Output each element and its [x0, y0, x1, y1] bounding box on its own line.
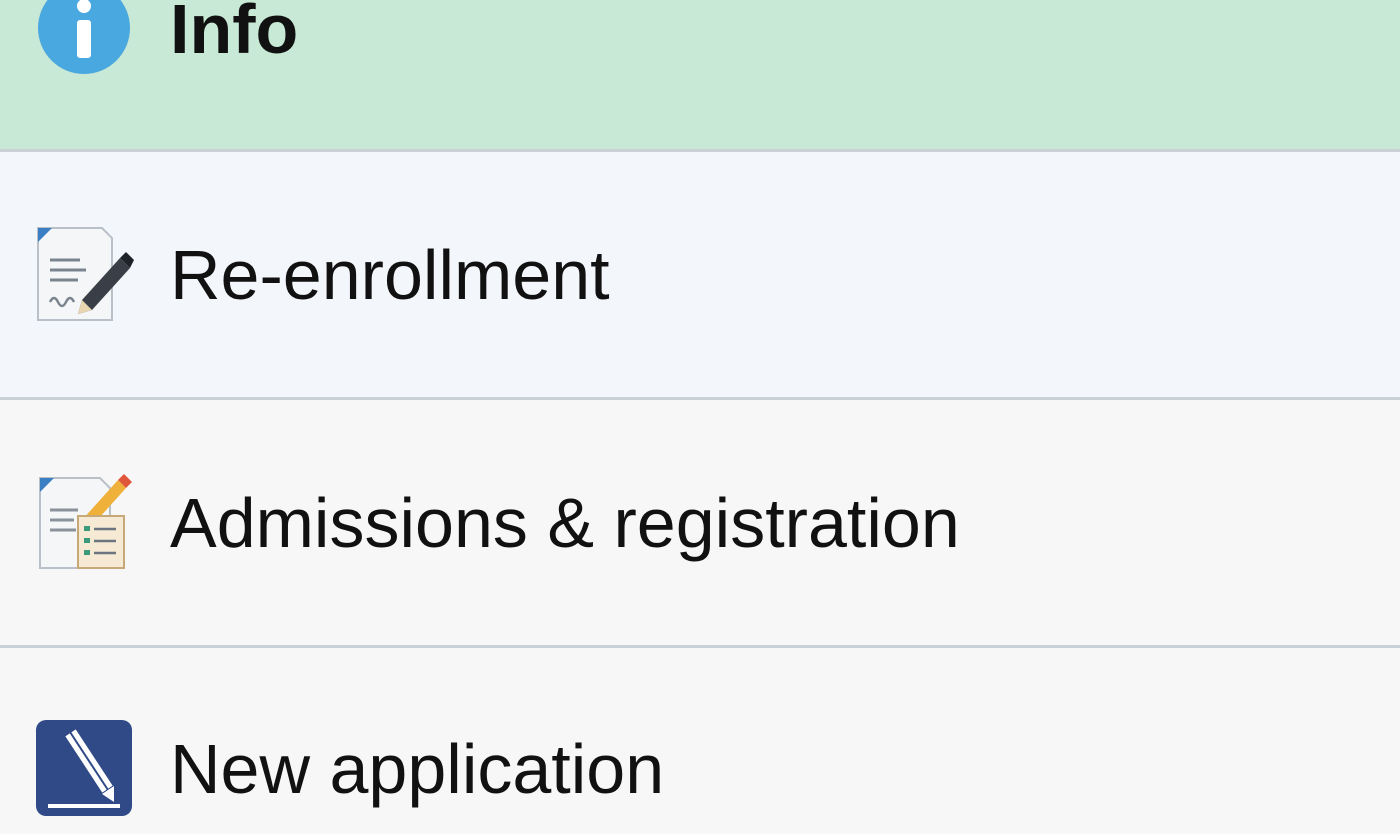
menu-item-new-application[interactable]: New application	[0, 648, 1400, 834]
navigation-menu: Info Re-enrollment Admissions & registra…	[0, 0, 1400, 834]
info-icon	[34, 0, 134, 78]
menu-item-info[interactable]: Info	[0, 0, 1400, 152]
menu-item-label: Re-enrollment	[170, 236, 610, 314]
menu-item-admissions-registration[interactable]: Admissions & registration	[0, 400, 1400, 648]
pencil-icon	[34, 718, 134, 818]
checklist-form-icon	[34, 472, 134, 572]
menu-item-re-enrollment[interactable]: Re-enrollment	[0, 152, 1400, 400]
document-pen-icon	[34, 224, 134, 324]
menu-item-label: Admissions & registration	[170, 484, 960, 562]
menu-item-label: New application	[170, 730, 665, 808]
menu-item-label: Info	[170, 0, 299, 68]
